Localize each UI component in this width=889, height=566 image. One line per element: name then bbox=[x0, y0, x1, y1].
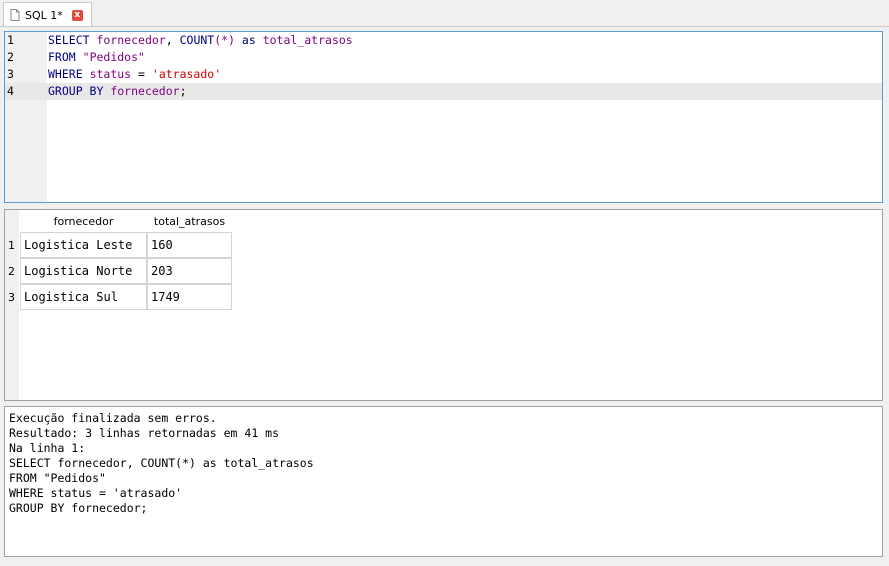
row-number[interactable]: 1 bbox=[8, 239, 20, 252]
cell-fornecedor[interactable]: Logistica Norte bbox=[20, 258, 147, 284]
code-token: 'atrasado' bbox=[151, 67, 222, 81]
row-number[interactable]: 3 bbox=[8, 291, 20, 304]
log-line: Na linha 1: bbox=[9, 441, 86, 455]
log-line: SELECT fornecedor, COUNT(*) as total_atr… bbox=[9, 456, 314, 470]
code-text: GROUP BY fornecedor; bbox=[48, 83, 187, 100]
line-number: 1 bbox=[7, 33, 14, 47]
code-text: WHERE status = 'atrasado' bbox=[48, 66, 221, 83]
tab-bar: SQL 1* x bbox=[0, 0, 889, 27]
column-header-fornecedor[interactable]: fornecedor bbox=[20, 210, 147, 232]
line-number: 4 bbox=[7, 84, 14, 98]
code-token: as bbox=[235, 33, 263, 47]
cell-total-atrasos[interactable]: 203 bbox=[147, 258, 232, 284]
code-token: COUNT bbox=[179, 33, 215, 47]
line-number: 3 bbox=[7, 67, 14, 81]
code-token: FROM bbox=[48, 50, 76, 64]
file-icon bbox=[10, 9, 20, 21]
code-line[interactable]: 3 WHERE status = 'atrasado' bbox=[5, 66, 882, 83]
cell-total-atrasos[interactable]: 1749 bbox=[147, 284, 232, 310]
code-line[interactable]: 2 FROM "Pedidos" bbox=[5, 49, 882, 66]
code-token: , bbox=[165, 33, 180, 47]
code-token: fornecedor bbox=[110, 84, 180, 98]
code-lines: 1 SELECT fornecedor, COUNT(*) as total_at… bbox=[5, 32, 882, 100]
close-tab-icon[interactable]: x bbox=[71, 9, 83, 21]
execution-log[interactable]: Execução finalizada sem erros. Resultado:… bbox=[4, 406, 883, 557]
log-line: GROUP BY fornecedor; bbox=[9, 501, 148, 515]
code-text: SELECT fornecedor, COUNT(*) as total_atr… bbox=[48, 32, 353, 49]
code-token: = bbox=[131, 67, 152, 81]
code-line[interactable]: 4 GROUP BY fornecedor; bbox=[5, 83, 882, 100]
code-token: GROUP BY bbox=[48, 84, 104, 98]
results-grid[interactable]: fornecedor total_atrasos 1 Logistica Lest… bbox=[4, 209, 883, 401]
status-strip bbox=[0, 561, 889, 566]
log-line: FROM "Pedidos" bbox=[9, 471, 106, 485]
log-line: WHERE status = 'atrasado' bbox=[9, 486, 183, 500]
sql-editor[interactable]: 1 SELECT fornecedor, COUNT(*) as total_at… bbox=[4, 31, 883, 203]
code-token: "Pedidos" bbox=[82, 50, 145, 64]
column-header-total-atrasos[interactable]: total_atrasos bbox=[147, 210, 232, 232]
code-token: fornecedor bbox=[96, 33, 166, 47]
code-token: ; bbox=[179, 84, 187, 98]
code-token: (*) bbox=[214, 33, 235, 47]
tab-divider bbox=[0, 26, 889, 27]
code-line[interactable]: 1 SELECT fornecedor, COUNT(*) as total_at… bbox=[5, 32, 882, 49]
log-line: Execução finalizada sem erros. bbox=[9, 411, 217, 425]
code-token: WHERE bbox=[48, 67, 83, 81]
code-token: SELECT bbox=[48, 33, 90, 47]
code-token: status bbox=[89, 67, 132, 81]
tab-title: SQL 1* bbox=[25, 8, 63, 22]
cell-fornecedor[interactable]: Logistica Leste bbox=[20, 232, 147, 258]
log-line: Resultado: 3 linhas retornadas em 41 ms bbox=[9, 426, 280, 440]
line-number: 2 bbox=[7, 50, 14, 64]
row-number[interactable]: 2 bbox=[8, 265, 20, 278]
code-text: FROM "Pedidos" bbox=[48, 49, 145, 66]
cell-fornecedor[interactable]: Logistica Sul bbox=[20, 284, 147, 310]
cell-total-atrasos[interactable]: 160 bbox=[147, 232, 232, 258]
tab-sql-1[interactable]: SQL 1* x bbox=[3, 2, 92, 27]
code-token: total_atrasos bbox=[262, 33, 353, 47]
